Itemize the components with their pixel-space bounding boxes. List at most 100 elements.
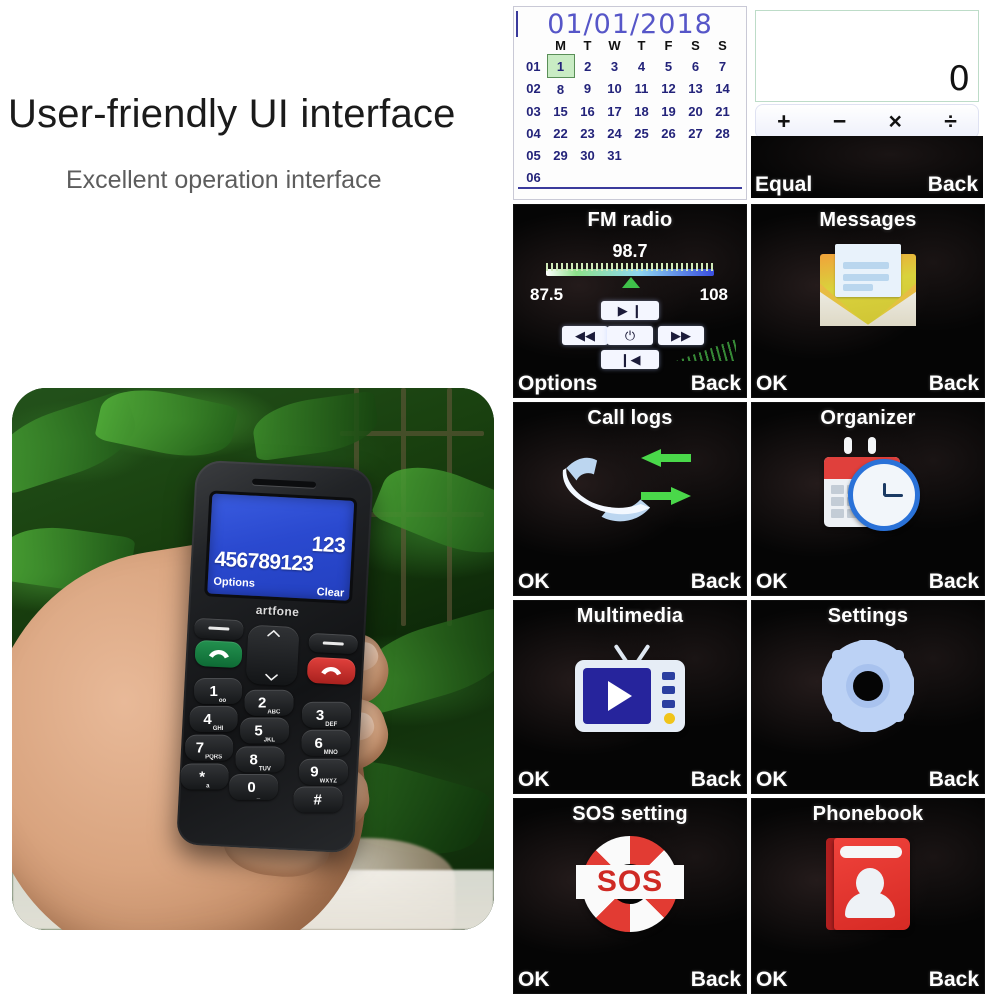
calendar-day[interactable]: 30 [574, 144, 601, 166]
calendar-day[interactable] [655, 144, 682, 166]
key-2[interactable]: 2 ABC [244, 689, 294, 716]
fm-power-button[interactable]: ⏻ [607, 326, 653, 345]
organizer-softkey-back[interactable]: Back [929, 570, 979, 594]
key-4[interactable]: 4 GHI [189, 706, 237, 733]
call-button[interactable] [193, 639, 243, 669]
key-5[interactable]: 5 JKL [239, 717, 289, 745]
phonebook-softkey-back[interactable]: Back [929, 968, 979, 992]
calendar-day[interactable] [682, 166, 709, 188]
calendar-day[interactable]: 31 [601, 144, 628, 166]
fm-previous-button[interactable]: ❙◀ [601, 350, 659, 369]
calendar-day[interactable]: 7 [709, 55, 736, 78]
key-0[interactable]: 0 _ [228, 774, 278, 801]
screen-messages[interactable]: Messages OK Back [751, 204, 985, 398]
calculator-softkey-back[interactable]: Back [928, 173, 978, 197]
screen-calculator[interactable]: 0 + − × ÷ Equal Back [751, 6, 983, 198]
settings-softkey-ok[interactable]: OK [756, 768, 788, 792]
call-logs-softkey-ok[interactable]: OK [518, 570, 550, 594]
calendar-day[interactable]: 6 [682, 55, 709, 78]
phonebook-softkey-ok[interactable]: OK [756, 968, 788, 992]
settings-softkey-back[interactable]: Back [929, 768, 979, 792]
operator-multiply-button[interactable]: × [889, 108, 902, 135]
fm-rewind-button[interactable]: ◀◀ [562, 326, 608, 345]
calendar-day[interactable] [709, 166, 736, 188]
calendar-day-selected[interactable]: 1 [546, 54, 575, 78]
calendar-day[interactable]: 21 [709, 100, 736, 122]
calendar-day[interactable]: 12 [655, 78, 682, 101]
multimedia-softkey-back[interactable]: Back [691, 768, 741, 792]
screen-settings[interactable]: Settings OK Back [751, 600, 985, 794]
calendar-day[interactable]: 2 [574, 55, 601, 78]
calendar-day[interactable] [574, 166, 601, 188]
call-logs-softkey-back[interactable]: Back [691, 570, 741, 594]
calendar-day[interactable]: 13 [682, 78, 709, 101]
key-8[interactable]: 8 TUV [234, 745, 285, 773]
navigation-key[interactable] [245, 624, 300, 686]
calculator-softkey-equal[interactable]: Equal [755, 173, 812, 197]
calendar-day[interactable]: 24 [601, 122, 628, 144]
fm-softkey-options[interactable]: Options [518, 372, 597, 396]
calendar-day[interactable]: 8 [547, 78, 574, 101]
messages-softkey-ok[interactable]: OK [756, 372, 788, 396]
key-1[interactable]: 1 oo [194, 677, 242, 705]
key-7[interactable]: 7 PQRS [184, 734, 233, 761]
fm-play-button[interactable]: ▶ ❙ [601, 301, 659, 320]
calendar-day[interactable] [709, 144, 736, 166]
calendar-day[interactable]: 19 [655, 100, 682, 122]
calendar-day[interactable] [682, 144, 709, 166]
key-hash[interactable]: # [293, 786, 343, 813]
organizer-softkey-ok[interactable]: OK [756, 570, 788, 594]
screen-call-logs[interactable]: Call logs OK Back [513, 402, 747, 596]
calendar-day[interactable]: 17 [601, 100, 628, 122]
messages-softkey-back[interactable]: Back [929, 372, 979, 396]
sos-softkey-ok[interactable]: OK [518, 968, 550, 992]
softkey-right-button[interactable] [307, 632, 358, 655]
screen-calendar[interactable]: 01/01/2018 M T W T F S S 01 1 2 3 4 5 6 … [513, 6, 747, 200]
calendar-day[interactable] [628, 166, 655, 188]
calendar-day[interactable]: 11 [628, 78, 655, 101]
screen-phonebook[interactable]: Phonebook OK Back [751, 798, 985, 994]
key-star[interactable]: * a [179, 762, 228, 790]
key-6[interactable]: 6 MNO [301, 729, 351, 757]
calendar-day[interactable]: 10 [601, 78, 628, 101]
calendar-day[interactable]: 16 [574, 100, 601, 122]
calendar-day[interactable]: 9 [574, 78, 601, 101]
softkey-left-button[interactable] [193, 617, 244, 640]
calendar-header-row: M T W T F S S [520, 37, 736, 55]
calendar-day[interactable]: 26 [655, 122, 682, 144]
key-9[interactable]: 9 WXYZ [298, 758, 348, 785]
calendar-day[interactable]: 4 [628, 55, 655, 78]
calendar-day[interactable] [547, 166, 574, 188]
calendar-day[interactable] [601, 166, 628, 188]
screen-sos-setting[interactable]: SOS setting SOS OK Back [513, 798, 747, 994]
calendar-day[interactable]: 28 [709, 122, 736, 144]
calendar-date-title: 01/01/2018 [547, 9, 713, 40]
operator-minus-button[interactable]: − [833, 108, 846, 135]
screen-multimedia[interactable]: Multimedia OK Back [513, 600, 747, 794]
calendar-day[interactable]: 23 [574, 122, 601, 144]
calendar-day[interactable] [628, 144, 655, 166]
key-3[interactable]: 3 DEF [301, 701, 351, 728]
calendar-day[interactable]: 3 [601, 55, 628, 78]
screen-fm-radio[interactable]: FM radio 98.7 87.5 108 ▶ ❙ ◀◀ ⏻ ▶▶ ❙◀ Op… [513, 204, 747, 398]
fm-forward-button[interactable]: ▶▶ [658, 326, 704, 345]
calendar-day[interactable]: 5 [655, 55, 682, 78]
calendar-day[interactable]: 18 [628, 100, 655, 122]
fm-softkey-back[interactable]: Back [691, 372, 741, 396]
screen-organizer[interactable]: Organizer OK Back [751, 402, 985, 596]
end-call-button[interactable] [306, 656, 356, 686]
calendar-day[interactable]: 14 [709, 78, 736, 101]
calendar-day[interactable]: 15 [547, 100, 574, 122]
calendar-day[interactable] [655, 166, 682, 188]
calendar-day[interactable]: 29 [547, 144, 574, 166]
fm-tuner-marker[interactable] [622, 277, 640, 288]
operator-divide-button[interactable]: ÷ [944, 108, 957, 135]
multimedia-softkey-ok[interactable]: OK [518, 768, 550, 792]
operator-plus-button[interactable]: + [777, 108, 790, 135]
calendar-day[interactable]: 20 [682, 100, 709, 122]
calendar-day[interactable]: 22 [547, 122, 574, 144]
key-9-digit: 9 [309, 762, 318, 780]
sos-softkey-back[interactable]: Back [691, 968, 741, 992]
calendar-day[interactable]: 27 [682, 122, 709, 144]
calendar-day[interactable]: 25 [628, 122, 655, 144]
